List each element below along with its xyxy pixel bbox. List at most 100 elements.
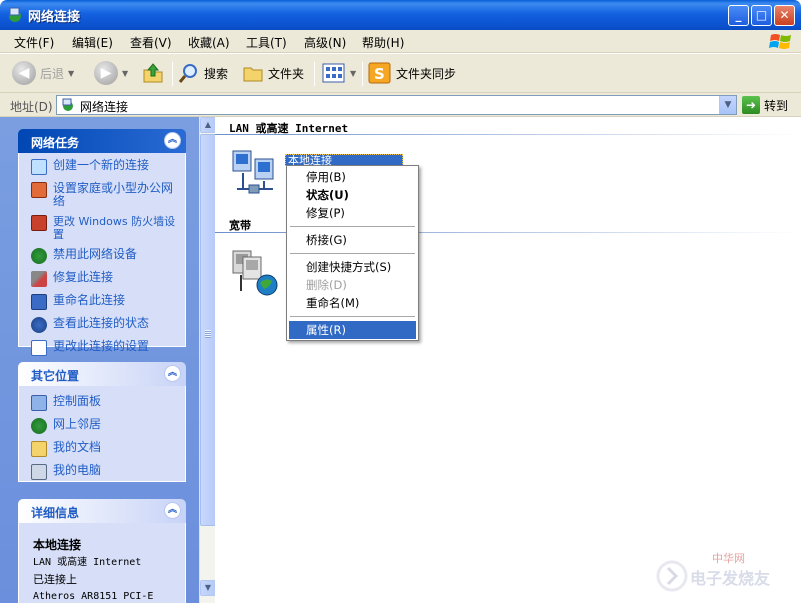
menu-view[interactable]: 查看(V) — [130, 34, 172, 51]
menu-file[interactable]: 文件(F) — [14, 34, 54, 51]
folder-sync-label: 文件夹同步 — [396, 66, 457, 81]
menu-favorites[interactable]: 收藏(A) — [188, 34, 230, 51]
task-change-settings[interactable]: 更改此连接的设置 — [31, 340, 177, 356]
maximize-button[interactable]: □ — [751, 5, 772, 26]
title-bar[interactable]: 网络连接 _ □ ✕ — [0, 0, 801, 30]
vertical-scrollbar[interactable]: ▲ ▼ — [199, 117, 216, 603]
place-network-neighborhood[interactable]: 网上邻居 — [31, 418, 177, 434]
go-arrow-icon: ➜ — [742, 96, 760, 114]
other-places-title: 其它位置 — [31, 369, 80, 383]
home-network-icon — [31, 182, 47, 198]
go-label: 转到 — [764, 98, 789, 113]
task-create-connection[interactable]: 创建一个新的连接 — [31, 159, 177, 175]
place-my-documents[interactable]: 我的文档 — [31, 441, 177, 457]
place-label: 网上邻居 — [53, 417, 102, 431]
task-label: 查看此连接的状态 — [53, 316, 150, 330]
forward-dropdown-icon[interactable]: ▼ — [122, 69, 128, 78]
task-label: 修复此连接 — [53, 270, 114, 284]
place-label: 我的文档 — [53, 440, 102, 454]
task-label: 更改此连接的设置 — [53, 339, 150, 353]
search-button[interactable]: 搜索 — [178, 60, 228, 86]
forward-button[interactable]: ▶ ▼ — [94, 60, 128, 86]
back-dropdown-icon[interactable]: ▼ — [68, 69, 74, 78]
place-my-computer[interactable]: 我的电脑 — [31, 464, 177, 480]
network-tasks-header[interactable]: 网络任务 ︽ — [18, 129, 186, 153]
ctx-create-shortcut[interactable]: 创建快捷方式(S) — [289, 258, 416, 276]
broadband-connection-icon[interactable] — [229, 247, 279, 299]
group-broadband-heading: 宽带 — [229, 219, 251, 232]
scroll-up-icon[interactable]: ▲ — [200, 117, 216, 133]
views-button[interactable]: ▼ — [322, 60, 356, 86]
scroll-down-icon[interactable]: ▼ — [200, 580, 216, 596]
close-button[interactable]: ✕ — [774, 5, 795, 26]
lan-connection-icon[interactable] — [229, 147, 279, 199]
folder-up-icon — [143, 63, 163, 83]
task-label: 设置家庭或小型办公网络 — [53, 181, 174, 208]
up-folder-button[interactable] — [142, 60, 164, 86]
back-button[interactable]: ◀ 后退 ▼ — [12, 60, 74, 86]
other-places-header[interactable]: 其它位置 ︽ — [18, 362, 186, 386]
minimize-button[interactable]: _ — [728, 5, 749, 26]
task-repair[interactable]: 修复此连接 — [31, 271, 177, 287]
ctx-bridge[interactable]: 桥接(G) — [289, 231, 416, 249]
network-connections-icon — [9, 7, 21, 22]
task-rename[interactable]: 重命名此连接 — [31, 294, 177, 310]
folder-icon — [243, 67, 263, 82]
context-menu: 停用(B) 状态(U) 修复(P) 桥接(G) 创建快捷方式(S) 删除(D) … — [286, 165, 419, 341]
collapse-icon[interactable]: ︽ — [164, 502, 181, 519]
task-pane: 网络任务 ︽ 创建一个新的连接 设置家庭或小型办公网络 更改 Windows 防… — [0, 117, 199, 603]
ctx-rename[interactable]: 重命名(M) — [289, 294, 416, 312]
svg-text:电子发烧友: 电子发烧友 — [690, 569, 771, 588]
task-firewall[interactable]: 更改 Windows 防火墙设置 — [31, 215, 177, 241]
search-icon — [178, 64, 197, 83]
ctx-repair[interactable]: 修复(P) — [289, 204, 416, 222]
network-connections-icon — [62, 98, 73, 111]
windows-logo-icon — [769, 34, 791, 49]
collapse-icon[interactable]: ︽ — [164, 132, 181, 149]
address-bar: 地址(D) 网络连接 ▼ ➜ 转到 — [0, 93, 801, 117]
folders-button[interactable]: 文件夹 — [242, 60, 304, 86]
go-button[interactable]: ➜ 转到 — [742, 96, 788, 114]
menu-edit[interactable]: 编辑(E) — [72, 34, 113, 51]
ctx-properties[interactable]: 属性(R) — [289, 321, 416, 339]
ctx-status[interactable]: 状态(U) — [289, 186, 416, 204]
address-dropdown-icon[interactable]: ▼ — [719, 96, 736, 114]
menu-help[interactable]: 帮助(H) — [362, 34, 404, 51]
views-dropdown-icon[interactable]: ▼ — [350, 69, 356, 78]
back-arrow-icon: ◀ — [12, 61, 36, 85]
task-label: 重命名此连接 — [53, 293, 126, 307]
back-label: 后退 — [40, 66, 65, 81]
svg-text:中华网: 中华网 — [712, 551, 745, 565]
scroll-thumb[interactable] — [200, 134, 216, 526]
address-input[interactable]: 网络连接 ▼ — [56, 95, 737, 115]
ctx-delete[interactable]: 删除(D) — [289, 276, 416, 294]
task-disable-device[interactable]: 禁用此网络设备 — [31, 248, 177, 264]
menu-tools[interactable]: 工具(T) — [246, 34, 287, 51]
my-documents-icon — [31, 441, 47, 457]
folders-label: 文件夹 — [268, 66, 305, 81]
new-connection-icon — [31, 159, 47, 175]
details-panel: 详细信息 ︽ 本地连接 LAN 或高速 Internet 已连接上 Athero… — [18, 499, 186, 603]
address-value: 网络连接 — [80, 100, 129, 114]
other-places-panel: 其它位置 ︽ 控制面板 网上邻居 我的文档 我的电脑 — [18, 362, 186, 482]
details-type: LAN 或高速 Internet — [33, 557, 142, 568]
collapse-icon[interactable]: ︽ — [164, 365, 181, 382]
place-control-panel[interactable]: 控制面板 — [31, 395, 177, 411]
details-title: 详细信息 — [31, 506, 80, 520]
window-title: 网络连接 — [28, 10, 81, 25]
network-tasks-panel: 网络任务 ︽ 创建一个新的连接 设置家庭或小型办公网络 更改 Windows 防… — [18, 129, 186, 356]
network-tasks-title: 网络任务 — [31, 136, 80, 150]
ctx-disable[interactable]: 停用(B) — [289, 168, 416, 186]
views-icon — [322, 63, 345, 83]
task-home-network[interactable]: 设置家庭或小型办公网络 — [31, 182, 177, 208]
folder-sync-button[interactable]: S 文件夹同步 — [368, 60, 456, 86]
my-computer-icon — [31, 464, 47, 480]
place-label: 控制面板 — [53, 394, 102, 408]
task-label: 禁用此网络设备 — [53, 247, 138, 261]
menu-bar: 文件(F) 编辑(E) 查看(V) 收藏(A) 工具(T) 高级(N) 帮助(H… — [0, 30, 801, 53]
menu-advanced[interactable]: 高级(N) — [304, 34, 346, 51]
task-view-status[interactable]: 查看此连接的状态 — [31, 317, 177, 333]
details-name: 本地连接 — [33, 538, 82, 552]
task-label: 创建一个新的连接 — [53, 158, 150, 172]
details-header[interactable]: 详细信息 ︽ — [18, 499, 186, 523]
